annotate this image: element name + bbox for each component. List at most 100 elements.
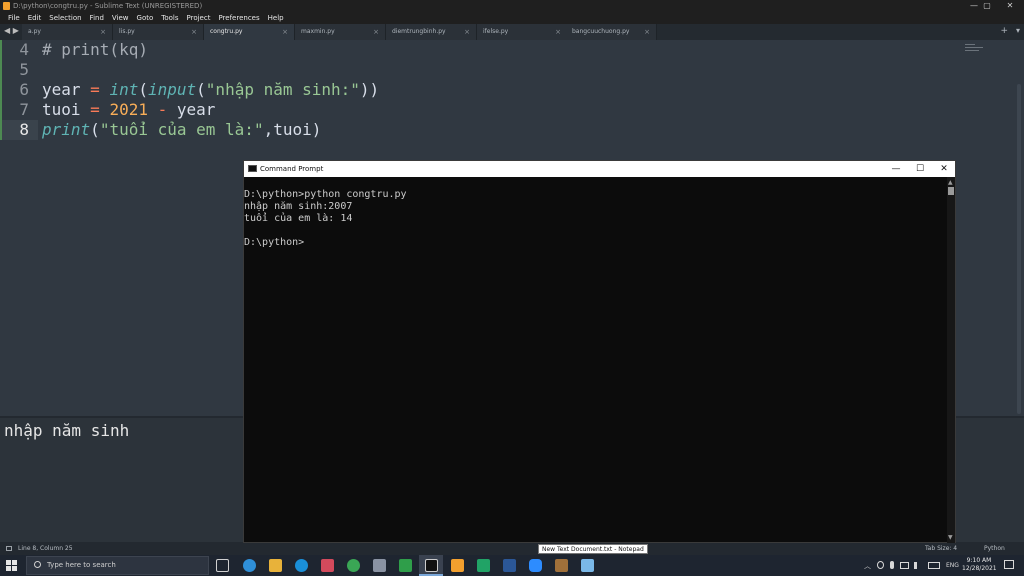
tab-congtru-py[interactable]: congtru.py × xyxy=(204,24,295,40)
menu-find[interactable]: Find xyxy=(86,12,108,24)
cmd-maximize-button[interactable]: ☐ xyxy=(908,161,932,177)
code-string: "nhập năm sinh:" xyxy=(205,80,360,99)
menu-help[interactable]: Help xyxy=(264,12,288,24)
code-string: "tuổi của em là:" xyxy=(99,120,264,139)
cmd-console-output[interactable]: D:\python>python congtru.py nhập năm sinh… xyxy=(244,177,947,543)
notification-center-icon[interactable] xyxy=(1004,560,1014,569)
app-icon-green[interactable] xyxy=(347,559,360,572)
tab-label: congtru.py xyxy=(210,28,243,35)
line-number: 6 xyxy=(19,80,29,99)
microphone-icon[interactable] xyxy=(890,561,894,569)
cmd-title-bar[interactable]: Command Prompt — ☐ ✕ xyxy=(244,161,955,177)
menu-goto[interactable]: Goto xyxy=(133,12,158,24)
tab-close-icon[interactable]: × xyxy=(282,24,288,40)
code-comment: # print(kq) xyxy=(42,40,148,59)
window-title: D:\python\congtru.py - Sublime Text (UNR… xyxy=(13,2,203,10)
sublime-app-icon xyxy=(3,2,10,10)
app-icon-brown[interactable] xyxy=(555,559,568,572)
code-line: 6 year = int(input("nhập năm sinh:")) xyxy=(0,80,1024,100)
close-button[interactable]: ✕ xyxy=(998,0,1022,12)
tab-label: maxmin.py xyxy=(301,28,335,35)
sublime-text-taskbar-icon[interactable] xyxy=(451,559,464,572)
tab-size-indicator[interactable]: Tab Size: 4 xyxy=(925,542,957,555)
app-icon-green-square[interactable] xyxy=(399,559,412,572)
tab-close-icon[interactable]: × xyxy=(373,24,379,40)
tab-maxmin-py[interactable]: maxmin.py × xyxy=(295,24,386,40)
tab-close-icon[interactable]: × xyxy=(555,24,561,40)
tab-ifelse-py[interactable]: ifelse.py × xyxy=(477,24,568,40)
tab-bangcuuchuong-py[interactable]: bangcuuchuong.py × xyxy=(566,24,657,40)
code-punctuation: ,tuoi) xyxy=(263,120,322,139)
tab-label: lis.py xyxy=(119,28,135,35)
tab-close-icon[interactable]: × xyxy=(644,24,650,40)
code-punctuation: ( xyxy=(138,80,148,99)
cmd-minimize-button[interactable]: — xyxy=(884,161,908,177)
taskbar-search-input[interactable]: Type here to search xyxy=(26,556,209,575)
tab-label: a.py xyxy=(28,28,41,35)
edge-browser-icon[interactable] xyxy=(243,559,256,572)
windows-start-icon[interactable] xyxy=(6,560,17,571)
scroll-down-arrow-icon[interactable]: ▼ xyxy=(948,534,953,541)
tab-label: diemtrungbinh.py xyxy=(392,28,446,35)
code-variable: year xyxy=(42,80,81,99)
minimap[interactable] xyxy=(965,44,985,54)
menu-tools[interactable]: Tools xyxy=(157,12,182,24)
taskbar-clock[interactable]: 9:10 AM 12/28/2021 xyxy=(962,557,997,573)
maximize-button[interactable]: ▢ xyxy=(975,0,999,12)
code-line-current: 8 print("tuổi của em là:",tuoi) xyxy=(0,120,1024,140)
tab-diemtrungbinh-py[interactable]: diemtrungbinh.py × xyxy=(386,24,477,40)
tray-app-icon[interactable] xyxy=(877,561,884,569)
tab-list-chevron-icon[interactable]: ▾ xyxy=(1016,26,1020,35)
menu-preferences[interactable]: Preferences xyxy=(214,12,263,24)
menu-project[interactable]: Project xyxy=(183,12,215,24)
command-prompt-window[interactable]: Command Prompt — ☐ ✕ D:\python>python co… xyxy=(243,160,956,543)
code-operator: - xyxy=(147,100,177,119)
new-tab-plus-icon[interactable]: + xyxy=(1000,26,1008,36)
tab-nav-arrows[interactable]: ◀ ▶ xyxy=(4,26,19,35)
excel-icon[interactable] xyxy=(477,559,490,572)
tab-close-icon[interactable]: × xyxy=(464,24,470,40)
command-prompt-taskbar-icon[interactable] xyxy=(425,559,438,572)
panel-toggle-icon[interactable] xyxy=(6,546,12,551)
code-variable: tuoi xyxy=(42,100,81,119)
cmd-close-button[interactable]: ✕ xyxy=(932,161,956,177)
code-number: 2021 xyxy=(109,100,148,119)
cursor-position: Line 8, Column 25 xyxy=(18,545,73,552)
tray-chevron-up-icon[interactable]: ︿ xyxy=(864,561,871,571)
scroll-up-arrow-icon[interactable]: ▲ xyxy=(948,179,953,186)
menu-edit[interactable]: Edit xyxy=(24,12,46,24)
taskbar: Type here to search ︿ ENG 9:10 AM 12/28/… xyxy=(0,555,1024,576)
code-punctuation: ( xyxy=(90,120,100,139)
code-operator: = xyxy=(80,100,110,119)
app-icon-red[interactable] xyxy=(321,559,334,572)
tab-close-icon[interactable]: × xyxy=(191,24,197,40)
skype-icon[interactable] xyxy=(295,559,308,572)
menu-selection[interactable]: Selection xyxy=(45,12,85,24)
file-explorer-icon[interactable] xyxy=(269,559,282,572)
tab-a-py[interactable]: a.py × xyxy=(22,24,113,40)
taskbar-tooltip: New Text Document.txt - Notepad xyxy=(538,544,648,554)
tab-label: ifelse.py xyxy=(483,28,509,35)
notepad-icon[interactable] xyxy=(581,559,594,572)
line-number: 4 xyxy=(19,40,29,59)
tab-lis-py[interactable]: lis.py × xyxy=(113,24,204,40)
language-indicator[interactable]: ENG xyxy=(946,562,959,569)
task-view-icon[interactable] xyxy=(216,559,229,572)
keyboard-icon[interactable] xyxy=(928,562,940,569)
network-icon[interactable] xyxy=(900,562,909,569)
window-title-bar: D:\python\congtru.py - Sublime Text (UNR… xyxy=(0,0,1024,12)
editor-scrollbar[interactable] xyxy=(1017,84,1021,414)
menu-file[interactable]: File xyxy=(4,12,24,24)
word-icon[interactable] xyxy=(503,559,516,572)
volume-icon[interactable] xyxy=(914,562,923,569)
line-number: 8 xyxy=(19,120,29,139)
syntax-indicator[interactable]: Python xyxy=(984,542,1005,555)
app-icon-gray[interactable] xyxy=(373,559,386,572)
line-number: 7 xyxy=(19,100,29,119)
search-placeholder: Type here to search xyxy=(47,561,116,569)
tab-close-icon[interactable]: × xyxy=(100,24,106,40)
zoom-icon[interactable] xyxy=(529,559,542,572)
cmd-scrollbar[interactable]: ▲ ▼ xyxy=(947,177,955,543)
scroll-thumb[interactable] xyxy=(948,187,954,195)
menu-view[interactable]: View xyxy=(108,12,133,24)
